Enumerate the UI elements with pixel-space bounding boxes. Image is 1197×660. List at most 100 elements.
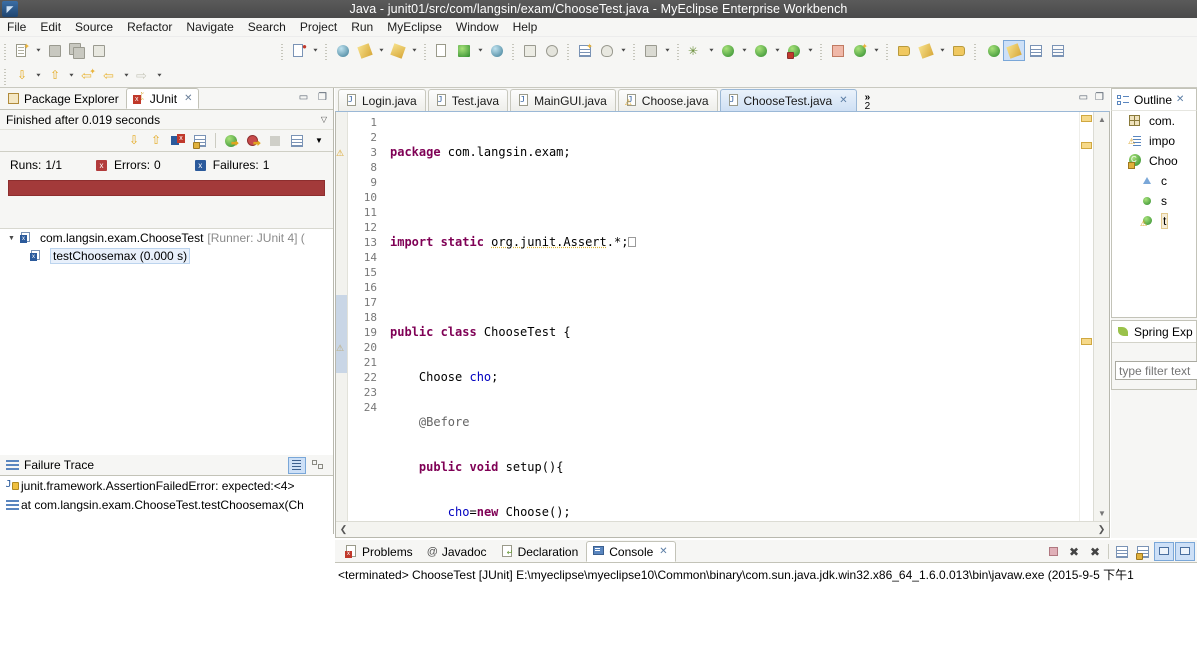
menu-project[interactable]: Project — [293, 18, 344, 36]
scroll-down-icon[interactable]: ▼ — [1094, 506, 1109, 521]
quick-fix-icon[interactable]: ⇦ ✦ — [77, 65, 99, 86]
paragraph-icon[interactable] — [1047, 40, 1069, 61]
open-declaration-icon[interactable]: ⇩ — [11, 65, 33, 86]
list-item[interactable]: s — [1112, 191, 1196, 211]
print-icon[interactable] — [88, 40, 110, 61]
menu-navigate[interactable]: Navigate — [179, 18, 240, 36]
toolbar-grip-6[interactable] — [566, 41, 572, 60]
open-type-dropdown-icon[interactable] — [310, 40, 321, 61]
console-output-empty[interactable] — [335, 586, 1197, 660]
refresh-icon[interactable] — [541, 40, 563, 61]
scroll-left-icon[interactable]: ❮ — [336, 524, 351, 535]
toolbar-grip-10[interactable] — [885, 41, 891, 60]
tab-declaration[interactable]: ↵ Declaration — [495, 541, 587, 562]
list-item[interactable]: ⚠ impo — [1112, 131, 1196, 151]
warning-marker-icon[interactable]: ⚠ — [336, 148, 344, 159]
menu-window[interactable]: Window — [449, 18, 506, 36]
deploy-dropdown-icon[interactable] — [376, 40, 387, 61]
code-editor[interactable]: ⚠ ⚠ 1 2 3 8 9 10 11 12 13 14 15 16 17 18… — [335, 111, 1110, 538]
back-dropdown-icon[interactable] — [121, 65, 132, 86]
rerun-test-icon[interactable]: ⮕ — [221, 131, 241, 150]
editor-vscrollbar[interactable]: ▲ ▼ — [1093, 112, 1109, 521]
scroll-up-icon[interactable]: ▲ — [1094, 112, 1109, 127]
expand-twisty-icon[interactable]: ▼ — [8, 235, 20, 242]
show-failures-only-icon[interactable]: x — [168, 131, 188, 150]
terminate-icon[interactable] — [1043, 542, 1063, 561]
new-wizard-dropdown-icon[interactable] — [33, 40, 44, 61]
run-config-dropdown-icon[interactable] — [475, 40, 486, 61]
editor-maximize-icon[interactable]: ❐ — [1095, 92, 1104, 103]
export-icon[interactable] — [431, 40, 453, 61]
editor-annotation-ruler[interactable]: ⚠ ⚠ — [336, 112, 348, 521]
table-row[interactable]: x testChoosemax (0.000 s) — [0, 247, 333, 265]
scroll-right-icon[interactable]: ❯ — [1094, 524, 1109, 535]
list-item[interactable]: com. — [1112, 111, 1196, 131]
chart-icon[interactable]: ✦ — [574, 40, 596, 61]
deploy-icon[interactable] — [354, 40, 376, 61]
menu-refactor[interactable]: Refactor — [120, 18, 179, 36]
open-type-icon[interactable]: ● — [288, 40, 310, 61]
debug-icon[interactable]: ✳ — [684, 40, 706, 61]
remove-all-terminated-icon[interactable]: ✖ — [1085, 542, 1105, 561]
menu-run[interactable]: Run — [344, 18, 380, 36]
spring-filter-input[interactable] — [1115, 361, 1197, 380]
save-icon[interactable] — [44, 40, 66, 61]
pin-icon[interactable] — [948, 40, 970, 61]
hscroll-track[interactable] — [351, 524, 1094, 535]
marker-icon[interactable] — [981, 40, 1003, 61]
run-server-dropdown-icon[interactable] — [409, 40, 420, 61]
remove-launch-icon[interactable]: ✖ — [1064, 542, 1084, 561]
toolbar-grip-r2[interactable] — [3, 66, 9, 85]
tab-test-java[interactable]: J Test.java — [427, 89, 509, 111]
filter-stack-trace-button[interactable] — [288, 456, 306, 474]
more-editors-button[interactable]: » 2 — [859, 89, 877, 112]
test-history-icon[interactable] — [287, 131, 307, 150]
display-selected-console-icon[interactable] — [1175, 542, 1195, 561]
list-item[interactable]: C Choo — [1112, 151, 1196, 171]
toolbar-grip[interactable] — [3, 41, 9, 60]
debug-dropdown-icon[interactable] — [706, 40, 717, 61]
close-icon[interactable]: ✕ — [184, 93, 192, 104]
stop-icon[interactable] — [265, 131, 285, 150]
database-icon[interactable] — [596, 40, 618, 61]
menu-search[interactable]: Search — [241, 18, 293, 36]
rocket-icon[interactable] — [915, 40, 937, 61]
code-text[interactable]: package com.langsin.exam; import static … — [390, 112, 1069, 521]
minimize-icon[interactable]: ▭ — [297, 91, 310, 103]
overview-marker[interactable] — [1081, 142, 1092, 149]
toolbar-grip-7[interactable] — [632, 41, 638, 60]
open-folder-icon[interactable] — [893, 40, 915, 61]
edit-pencil-icon[interactable] — [1003, 40, 1025, 61]
toolbar-grip-4[interactable] — [423, 41, 429, 60]
external-tools-icon[interactable] — [783, 40, 805, 61]
tab-choose-java[interactable]: J ⚠ Choose.java — [617, 89, 718, 111]
lock-scroll-icon[interactable] — [190, 131, 210, 150]
editor-minimize-icon[interactable]: ▭ — [1079, 92, 1088, 103]
menu-source[interactable]: Source — [68, 18, 120, 36]
snapshot-icon[interactable] — [640, 40, 662, 61]
toolbar-grip-9[interactable] — [819, 41, 825, 60]
open-browser-icon[interactable] — [486, 40, 508, 61]
tab-problems[interactable]: x Problems — [339, 541, 421, 562]
menu-help[interactable]: Help — [506, 18, 545, 36]
tab-console[interactable]: Console ✕ — [586, 541, 676, 562]
toolbar-grip-8[interactable] — [676, 41, 682, 60]
list-icon[interactable] — [1025, 40, 1047, 61]
run-history-dropdown-icon[interactable] — [772, 40, 783, 61]
tab-choosetest-java[interactable]: J ChooseTest.java ✕ — [719, 89, 857, 111]
view-menu-icon[interactable]: ▼ — [309, 131, 329, 150]
list-item[interactable]: J junit.framework.AssertionFailedError: … — [0, 476, 333, 495]
view-menu-caret-icon[interactable]: ▽ — [321, 115, 327, 124]
back-icon[interactable]: ⇦ — [99, 65, 121, 86]
list-item[interactable]: c — [1112, 171, 1196, 191]
run-dropdown-icon[interactable] — [739, 40, 750, 61]
pin-console-icon[interactable] — [1154, 542, 1174, 561]
editor-overview-ruler[interactable] — [1079, 112, 1093, 521]
new-class-icon[interactable]: ✦ — [849, 40, 871, 61]
folding-column[interactable] — [379, 112, 390, 521]
compare-result-button[interactable] — [309, 457, 327, 474]
rerun-failed-icon[interactable]: ⮕ — [243, 131, 263, 150]
overview-marker[interactable] — [1081, 115, 1092, 122]
maximize-icon[interactable]: ❐ — [316, 91, 329, 103]
menu-file[interactable]: File — [0, 18, 33, 36]
